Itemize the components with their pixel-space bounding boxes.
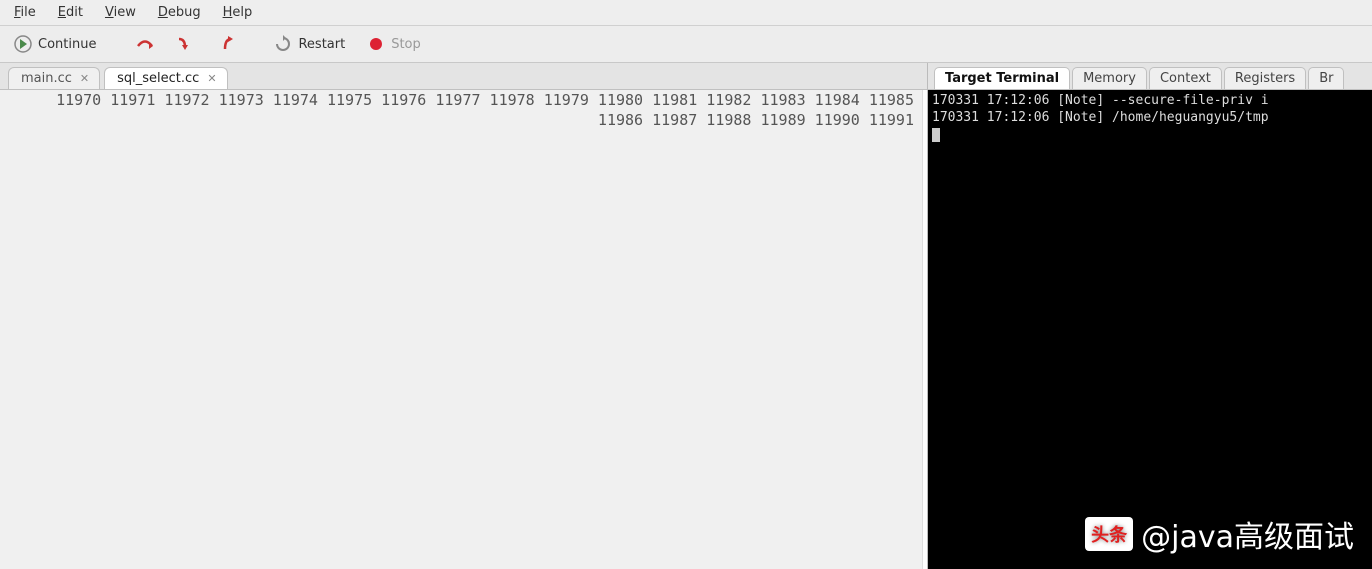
editor-tab-main[interactable]: main.cc ✕ — [8, 67, 100, 89]
restart-icon — [274, 35, 292, 53]
step-into-button[interactable] — [170, 32, 200, 56]
continue-icon — [14, 35, 32, 53]
terminal-output[interactable]: 170331 17:12:06 [Note] --secure-file-pri… — [928, 90, 1372, 569]
close-icon[interactable]: ✕ — [80, 72, 89, 85]
tab-target-terminal[interactable]: Target Terminal — [934, 67, 1070, 89]
menu-edit[interactable]: Edit — [48, 2, 93, 23]
continue-button[interactable]: Continue — [8, 32, 102, 56]
step-over-button[interactable] — [130, 32, 160, 56]
tab-context[interactable]: Context — [1149, 67, 1222, 89]
continue-label: Continue — [38, 37, 96, 52]
tab-label: sql_select.cc — [117, 71, 199, 86]
editor-tab-sql-select[interactable]: sql_select.cc ✕ — [104, 67, 227, 89]
code-area[interactable]: 11970 11971 11972 11973 11974 11975 1197… — [0, 90, 927, 569]
right-pane: Target Terminal Memory Context Registers… — [928, 63, 1372, 569]
close-icon[interactable]: ✕ — [207, 72, 216, 85]
step-over-icon — [136, 35, 154, 53]
restart-label: Restart — [298, 37, 345, 52]
stop-icon — [367, 35, 385, 53]
menu-bar: File Edit View Debug Help — [0, 0, 1372, 26]
step-out-icon — [216, 35, 234, 53]
line-gutter: 11970 11971 11972 11973 11974 11975 1197… — [0, 90, 923, 569]
code-body[interactable]: return NESTED_LOOP_OK; } } } /* Check wh… — [923, 90, 927, 569]
step-out-button[interactable] — [210, 32, 240, 56]
tab-memory[interactable]: Memory — [1072, 67, 1147, 89]
menu-debug[interactable]: Debug — [148, 2, 211, 23]
right-tabs: Target Terminal Memory Context Registers… — [928, 63, 1372, 90]
editor-tabs: main.cc ✕ sql_select.cc ✕ — [0, 63, 927, 90]
tab-registers[interactable]: Registers — [1224, 67, 1306, 89]
editor-pane: main.cc ✕ sql_select.cc ✕ 11970 11971 11… — [0, 63, 928, 569]
step-into-icon — [176, 35, 194, 53]
stop-label: Stop — [391, 37, 421, 52]
restart-button[interactable]: Restart — [268, 32, 351, 56]
tab-label: main.cc — [21, 71, 72, 86]
menu-file[interactable]: File — [4, 2, 46, 23]
menu-help[interactable]: Help — [213, 2, 263, 23]
stop-button[interactable]: Stop — [361, 32, 427, 56]
toolbar: Continue Restart Stop — [0, 26, 1372, 63]
menu-view[interactable]: View — [95, 2, 146, 23]
main-split: main.cc ✕ sql_select.cc ✕ 11970 11971 11… — [0, 63, 1372, 569]
tab-breakpoints[interactable]: Br — [1308, 67, 1344, 89]
